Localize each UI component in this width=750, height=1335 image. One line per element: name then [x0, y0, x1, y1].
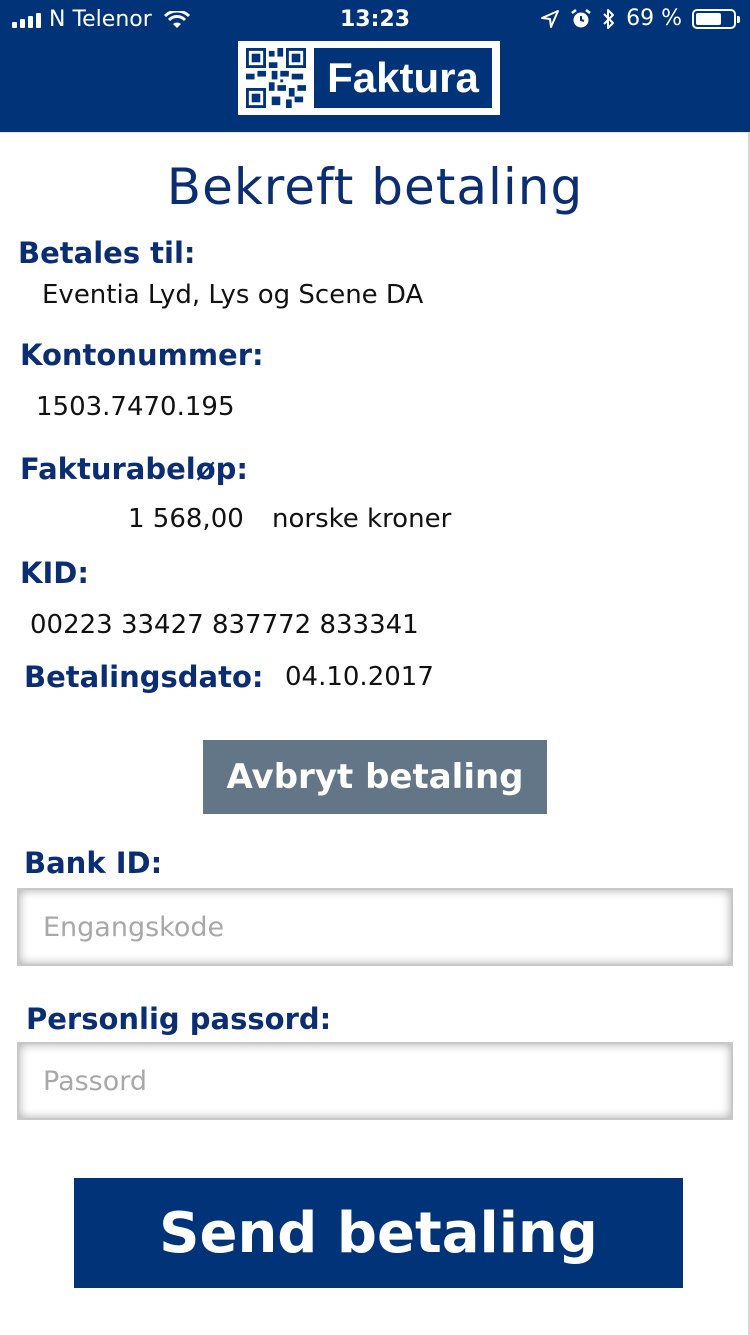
- bluetooth-icon: [603, 8, 615, 29]
- amount-label: Fakturabeløp:: [20, 452, 248, 486]
- faktura-logo: Faktura: [238, 41, 500, 115]
- battery-level: [696, 12, 721, 25]
- kid-value: 00223 33427 837772 833341: [30, 610, 419, 640]
- one-time-code-input[interactable]: [17, 888, 733, 966]
- battery-icon: [692, 8, 740, 29]
- page-title: Bekreft betaling: [166, 158, 584, 216]
- payee-label: Betales til:: [18, 236, 196, 270]
- bankid-label: Bank ID:: [24, 846, 163, 880]
- account-value: 1503.7470.195: [36, 392, 235, 422]
- qr-code-icon: [246, 48, 306, 108]
- currency-value: norske kroner: [272, 504, 452, 534]
- app-header: N Telenor 13:23 69 % Faktura: [0, 0, 750, 132]
- payee-value: Eventia Lyd, Lys og Scene DA: [42, 280, 424, 310]
- alarm-clock-icon: [571, 8, 591, 27]
- battery-percentage: 69 %: [626, 6, 682, 31]
- status-bar: N Telenor 13:23 69 %: [0, 0, 750, 40]
- cancel-payment-button[interactable]: Avbryt betaling: [203, 740, 547, 814]
- payment-card: [0, 132, 750, 1335]
- account-label: Kontonummer:: [20, 338, 264, 372]
- location-arrow-icon: [541, 9, 560, 28]
- password-input[interactable]: [17, 1042, 733, 1120]
- send-payment-button[interactable]: Send betaling: [74, 1178, 683, 1288]
- kid-label: KID:: [20, 556, 89, 590]
- amount-value: 1 568,00: [128, 504, 244, 534]
- payment-date-label: Betalingsdato:: [24, 660, 264, 694]
- payment-date-value: 04.10.2017: [285, 662, 434, 692]
- logo-text: Faktura: [314, 48, 492, 108]
- status-right: 69 %: [540, 6, 740, 31]
- password-label: Personlig passord:: [26, 1002, 332, 1036]
